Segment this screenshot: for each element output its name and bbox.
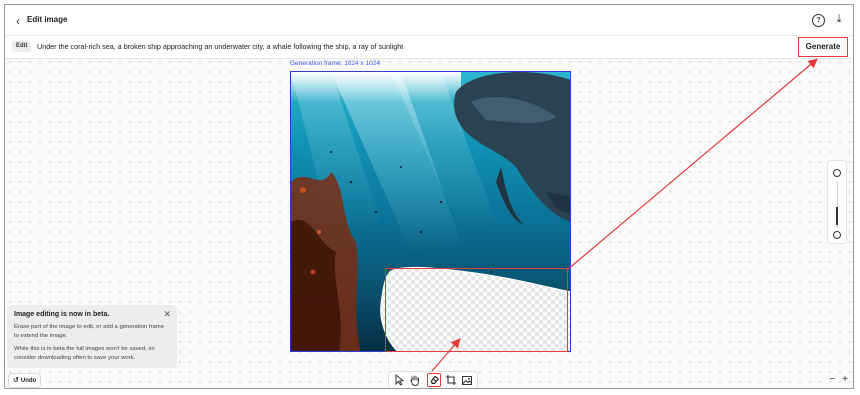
prompt-input[interactable]: Under the coral-rich sea, a broken ship … xyxy=(37,41,403,52)
undo-icon: ↺ xyxy=(13,377,19,384)
prompt-bar: Edit Under the coral-rich sea, a broken … xyxy=(5,35,853,59)
beta-notice-paragraph-2: While this is in beta the full images wo… xyxy=(14,346,155,361)
zoom-slider-fill xyxy=(836,207,838,225)
app-window: ‹ Edit image ? ⤓ Edit Under the coral-ri… xyxy=(4,4,854,389)
back-arrow-icon[interactable]: ‹ xyxy=(11,14,25,28)
beta-notice-paragraph-1: Erase part of the image to edit, or add … xyxy=(14,324,164,339)
undo-button[interactable]: ↺ Undo xyxy=(8,373,42,388)
download-icon[interactable]: ⤓ xyxy=(833,12,845,26)
close-icon[interactable]: ✕ xyxy=(163,309,171,320)
header: ‹ Edit image ? ⤓ xyxy=(5,5,853,35)
upload-image-tool-icon[interactable] xyxy=(460,373,474,387)
zoom-slider-top-knob[interactable] xyxy=(833,169,841,177)
beta-notice-title: Image editing is now in beta. xyxy=(14,311,110,318)
eraser-tool-icon[interactable] xyxy=(427,373,441,387)
page-title: Edit image xyxy=(27,15,68,24)
zoom-in-button[interactable]: + xyxy=(842,375,848,385)
canvas-toolbar xyxy=(388,371,478,388)
zoom-out-button[interactable]: − xyxy=(829,375,835,385)
help-icon[interactable]: ? xyxy=(812,14,825,27)
pan-tool-icon[interactable] xyxy=(408,373,422,387)
undo-label: Undo xyxy=(20,378,37,384)
select-tool-icon[interactable] xyxy=(392,373,406,387)
generate-button[interactable]: Generate xyxy=(798,37,848,57)
add-frame-tool-icon[interactable] xyxy=(444,373,458,387)
generation-frame-label: Generation frame: 1024 x 1024 xyxy=(290,60,380,67)
zoom-slider[interactable] xyxy=(827,160,847,244)
zoom-slider-bottom-knob[interactable] xyxy=(833,231,841,239)
edit-chip: Edit xyxy=(12,41,32,52)
beta-notice: Image editing is now in beta. ✕ Erase pa… xyxy=(7,305,177,368)
annotation-selection-box xyxy=(385,268,568,352)
